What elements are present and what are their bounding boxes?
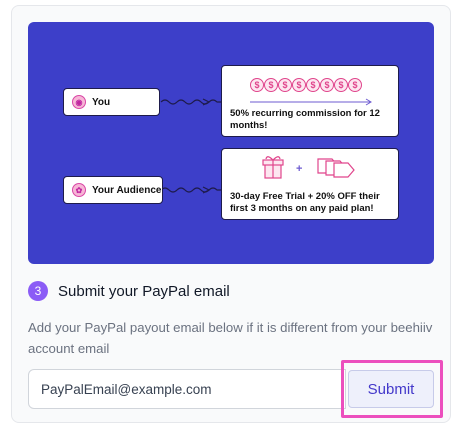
step-number-badge: 3 (28, 281, 48, 301)
commission-text: 50% recurring commission for 12 months! (230, 108, 380, 131)
you-pill: ◉ You (63, 88, 160, 116)
step-header: 3 Submit your PayPal email (28, 281, 230, 301)
flow-arrows (160, 98, 227, 194)
you-label: You (92, 96, 111, 108)
gift-icon (262, 156, 284, 179)
commission-box: $ $ $ $ $ $ $ $ 50% recurring commission… (221, 65, 399, 137)
svg-text:+: + (296, 163, 302, 175)
audience-label: Your Audience (92, 184, 162, 196)
trial-icons: + (262, 156, 355, 179)
price-tag-icon (317, 158, 355, 178)
referral-illustration: ◉ You ✿ Your Audience $ $ $ $ $ $ $ $ 50… (28, 22, 434, 264)
trial-text: 30-day Free Trial + 20% OFF their first … (230, 191, 380, 214)
paypal-email-input[interactable] (28, 369, 346, 409)
step-description: Add your PayPal payout email below if it… (28, 320, 433, 356)
person-icon: ◉ (72, 95, 86, 109)
step-title: Submit your PayPal email (58, 282, 230, 300)
audience-pill: ✿ Your Audience (63, 176, 163, 204)
audience-icon: ✿ (72, 183, 86, 197)
trial-box: + 30-day Free Trial + 20% OFF their firs… (221, 148, 399, 220)
submit-button[interactable]: Submit (348, 370, 434, 408)
